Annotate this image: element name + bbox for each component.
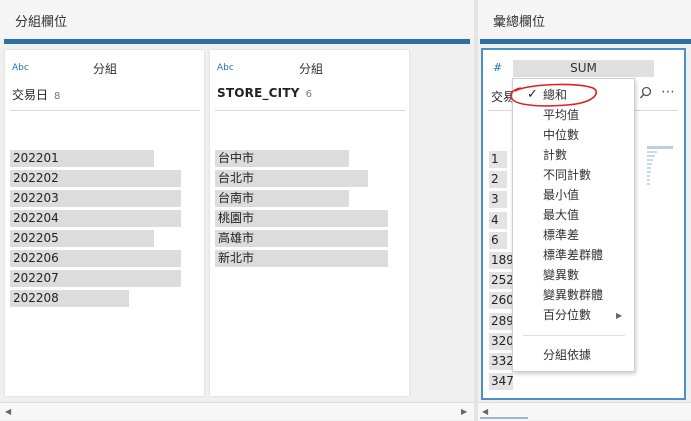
value-label: 202207 <box>13 271 59 285</box>
aggregate-fields-scrollbar[interactable]: ◀ <box>478 402 691 420</box>
number-type-icon: # <box>493 61 503 74</box>
value-item[interactable]: 332 <box>489 353 514 370</box>
menu-item[interactable]: 最小值 <box>543 185 579 205</box>
menu-item[interactable]: 標準差 <box>543 225 579 245</box>
value-label: 新北市 <box>218 251 255 265</box>
value-item[interactable]: 6 <box>489 232 507 249</box>
field-count: 6 <box>305 89 312 100</box>
group-label[interactable]: 分組 <box>299 60 323 77</box>
string-type-icon: Abc <box>12 63 29 73</box>
value-item[interactable]: 252 <box>489 272 514 289</box>
field-card-store-city[interactable]: Abc 分組 STORE_CITY 6 台中市台北市台南市桃園市高雄市新北市 <box>210 50 409 396</box>
group-fields-accent-bar <box>4 39 470 44</box>
group-fields-scrollbar[interactable]: ◀ ▶ <box>0 402 474 420</box>
value-item[interactable]: 260 <box>489 292 514 309</box>
value-label: 台北市 <box>218 171 255 185</box>
aggregation-dropdown[interactable]: SUM <box>513 60 654 77</box>
menu-item[interactable]: 計數 <box>543 145 567 165</box>
field-header: 交易日 8 <box>12 86 60 103</box>
value-label: 202206 <box>13 251 59 265</box>
field-card-transaction-date[interactable]: Abc 分組 交易日 8 202201 202202 202203 202204 2022… <box>5 50 204 396</box>
field-count: 8 <box>54 91 61 102</box>
value-label: 202202 <box>13 171 59 185</box>
value-label: 202201 <box>13 151 59 165</box>
card-divider <box>10 110 200 111</box>
scroll-thumb[interactable] <box>480 417 528 419</box>
value-label: 桃園市 <box>218 211 255 225</box>
value-label: 高雄市 <box>218 231 255 245</box>
menu-item[interactable]: 變異數群體 <box>543 285 603 305</box>
search-icon[interactable] <box>639 86 653 100</box>
group-fields-title: 分組欄位 <box>15 15 68 30</box>
submenu-arrow-icon: ▶ <box>616 311 623 320</box>
value-item[interactable]: 3 <box>489 191 507 208</box>
pane-divider[interactable] <box>474 0 478 421</box>
value-label: 202203 <box>13 191 59 205</box>
more-icon[interactable]: ⋯ <box>661 84 675 100</box>
value-label: 202208 <box>13 291 59 305</box>
value-item[interactable]: 320 <box>489 333 514 350</box>
menu-item[interactable]: 中位數 <box>543 125 579 145</box>
menu-item[interactable]: 百分位數 <box>543 305 591 325</box>
menu-item[interactable]: 標準差群體 <box>543 245 603 265</box>
field-header: STORE_CITY 6 <box>217 86 312 100</box>
menu-item-group-by[interactable]: 分組依據 <box>543 345 591 365</box>
card-divider <box>215 110 405 111</box>
string-type-icon: Abc <box>217 63 234 73</box>
check-icon: ✓ <box>527 87 538 102</box>
group-label[interactable]: 分組 <box>93 60 117 77</box>
value-item[interactable]: 4 <box>489 212 507 229</box>
value-item[interactable]: 2 <box>489 171 507 188</box>
value-label: 202204 <box>13 211 59 225</box>
value-item[interactable]: 289 <box>489 313 514 330</box>
menu-item[interactable]: 最大值 <box>543 205 579 225</box>
menu-separator <box>523 335 625 336</box>
scroll-right-icon[interactable]: ▶ <box>461 407 467 416</box>
scroll-left-icon[interactable]: ◀ <box>482 407 488 416</box>
scroll-left-icon[interactable]: ◀ <box>5 407 11 416</box>
menu-item[interactable]: 變異數 <box>543 265 579 285</box>
aggregation-menu: ✓ 總和 平均值 中位數 計數 不同計數 最小值 最大值 標準差 標準差群體 變異數 變異數群體 百分位… <box>510 78 635 372</box>
field-name: 交易日 <box>12 88 49 102</box>
aggregate-fields-title: 彙總欄位 <box>493 15 546 30</box>
mini-histogram[interactable] <box>645 146 675 206</box>
value-item[interactable]: 347 <box>489 373 514 390</box>
menu-item[interactable]: 總和 <box>543 85 567 105</box>
value-label: 202205 <box>13 231 59 245</box>
aggregate-fields-accent-bar <box>480 39 691 44</box>
menu-item[interactable]: 不同計數 <box>543 165 591 185</box>
menu-item[interactable]: 平均值 <box>543 105 579 125</box>
value-item[interactable]: 1 <box>489 151 507 168</box>
group-fields-header <box>0 0 474 38</box>
value-label: 台南市 <box>218 191 255 205</box>
value-item[interactable]: 189 <box>489 252 514 269</box>
field-name: STORE_CITY <box>217 86 300 100</box>
value-label: 台中市 <box>218 151 255 165</box>
